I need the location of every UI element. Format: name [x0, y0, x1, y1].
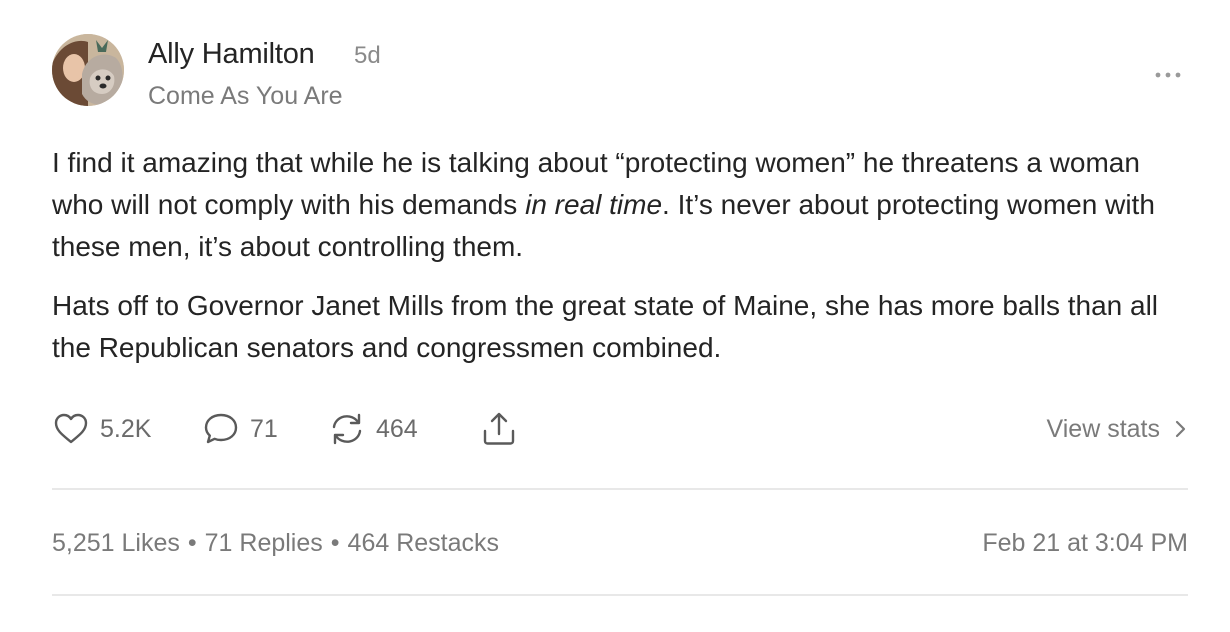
post-age: 5d [354, 42, 381, 69]
reply-count: 71 [250, 414, 278, 443]
share-button[interactable] [480, 406, 518, 452]
like-button[interactable]: 5.2K [52, 406, 151, 452]
speech-bubble-icon [202, 410, 240, 448]
author-avatar[interactable] [52, 34, 124, 106]
post-timestamp: Feb 21 at 3:04 PM [982, 529, 1188, 557]
divider [52, 488, 1188, 490]
replies-total-link[interactable]: 71 Replies [205, 529, 323, 557]
post-paragraph: Hats off to Governor Janet Mills from th… [52, 290, 1159, 363]
separator-dot: • [330, 529, 340, 557]
restack-arrows-icon [328, 410, 366, 448]
more-horizontal-icon [1155, 72, 1181, 78]
share-upload-icon [480, 410, 518, 448]
engagement-summary: 5,251 Likes • 71 Replies • 464 Restacks [52, 529, 499, 558]
view-stats-link[interactable]: View stats [1047, 406, 1188, 452]
action-bar: 5.2K 71 464 View stats [52, 406, 1188, 452]
restacks-total-link[interactable]: 464 Restacks [348, 529, 499, 557]
author-name[interactable]: Ally Hamilton [148, 38, 315, 71]
reply-button[interactable]: 71 [202, 406, 278, 452]
post-body: I find it amazing that while he is talki… [52, 142, 1192, 386]
more-options-button[interactable] [1148, 58, 1188, 88]
chevron-right-icon [1174, 418, 1188, 440]
emphasis-text: in real time [525, 189, 663, 220]
separator-dot: • [187, 529, 197, 557]
divider [52, 594, 1188, 596]
heart-icon [52, 410, 90, 448]
publication-name[interactable]: Come As You Are [148, 82, 343, 111]
like-count: 5.2K [100, 414, 152, 443]
post-paragraph: I find it amazing that while he is talki… [52, 142, 1192, 268]
restack-count: 464 [376, 414, 418, 443]
view-stats-label: View stats [1046, 414, 1160, 443]
restack-button[interactable]: 464 [328, 406, 418, 452]
likes-total-link[interactable]: 5,251 Likes [52, 529, 180, 557]
